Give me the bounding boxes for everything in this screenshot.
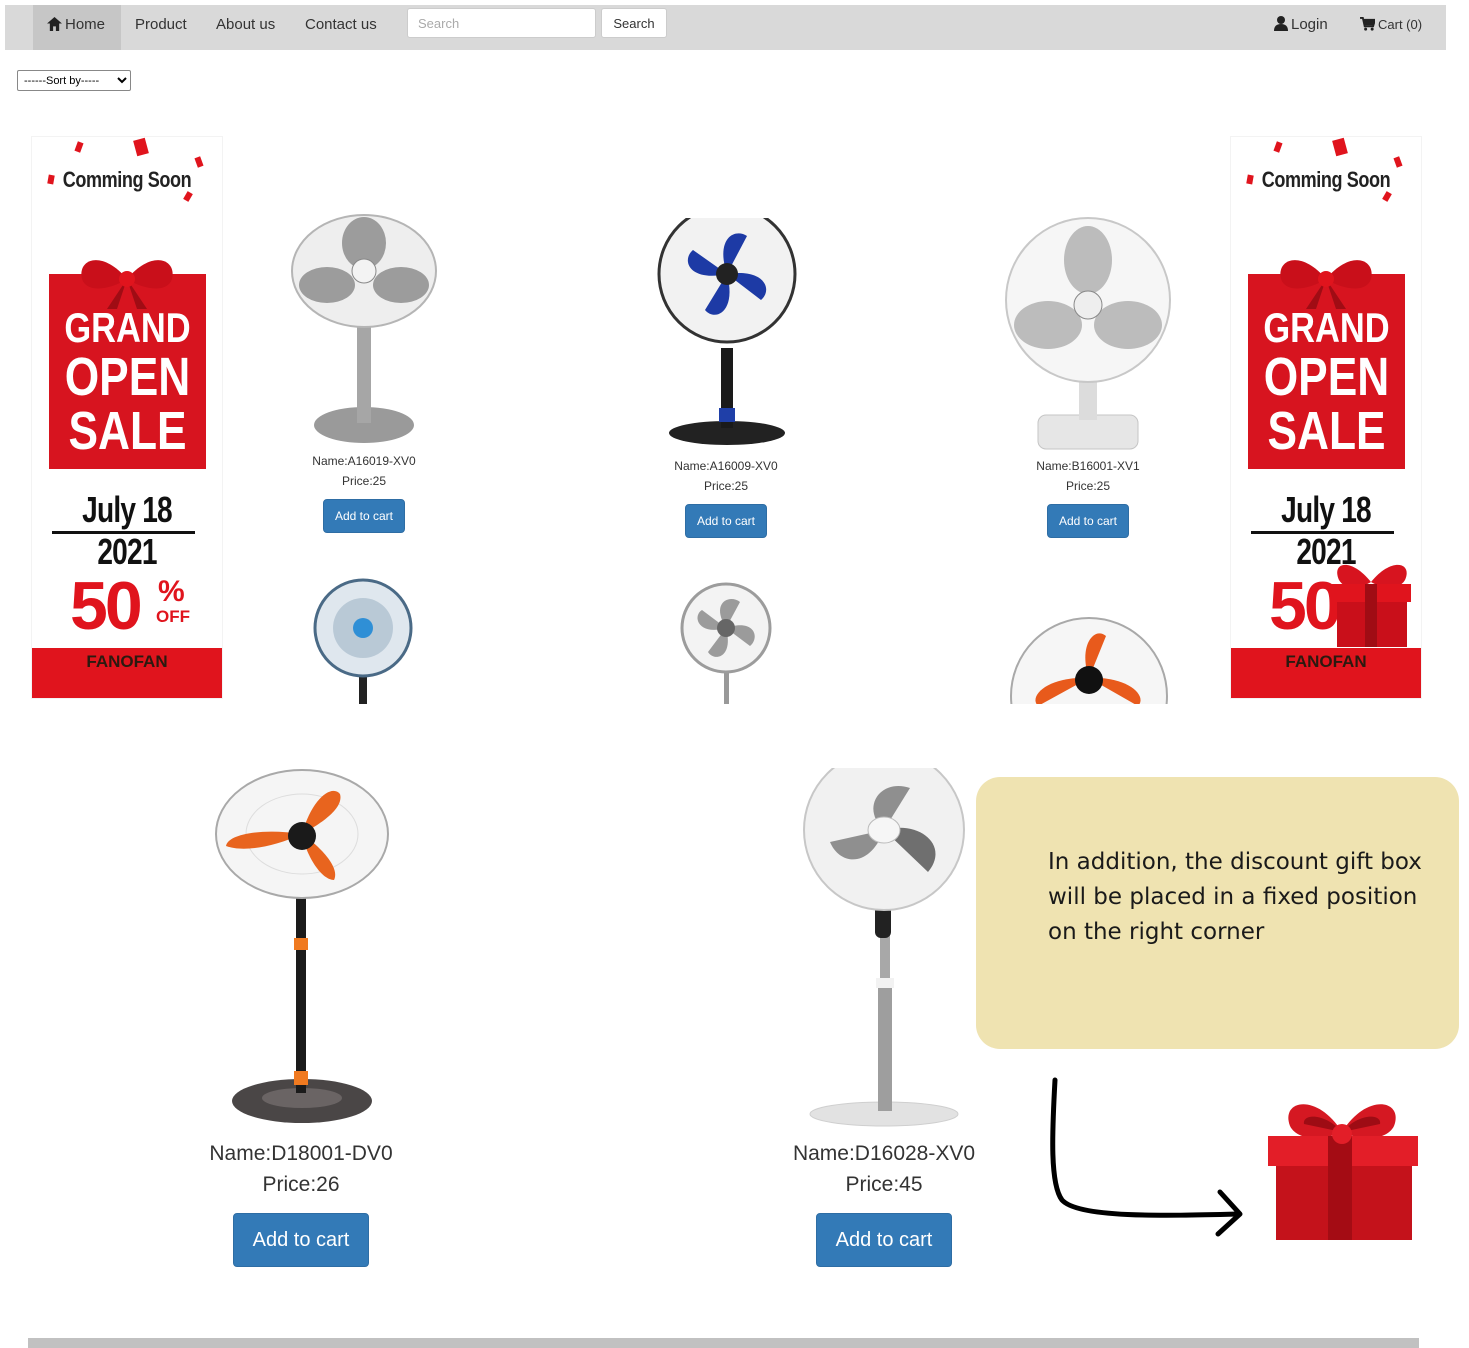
arrow-icon [1050,1077,1243,1237]
product-price: Price:26 [262,1173,340,1196]
product-price: Price:25 [341,474,387,488]
sale-line-2: OPEN [1263,347,1390,407]
product-name: Name:D18001-DV0 [209,1142,393,1165]
add-to-cart-button[interactable]: Add to cart [232,1213,370,1267]
ribbon-bow-icon [81,260,173,309]
product-row-cropped [0,570,1469,704]
nav-login-label: Login [1291,16,1328,33]
product-price: Price:25 [703,479,749,493]
user-icon [1274,16,1288,31]
fan-image-a16019 [291,214,437,443]
product-price: Price:25 [1065,479,1111,493]
product-name: Name:A16019-XV0 [312,454,416,468]
cart-icon [1360,17,1377,31]
add-to-cart-button[interactable]: Add to cart [322,499,406,533]
top-navbar: Home Product About us Contact us Search … [5,5,1446,50]
coming-soon-text: Comming Soon [1261,167,1391,192]
product-price: Price:45 [845,1173,923,1196]
fan-image-a16009 [657,218,797,445]
sale-line-1: GRAND [1263,304,1390,351]
nav-login[interactable]: Login [1274,5,1328,50]
nav-product[interactable]: Product [135,5,187,50]
product-card: Name:B16001-XV1 Price:25 Add to cart [1008,456,1168,538]
search-button[interactable]: Search [601,8,667,38]
sale-line-3: SALE [1267,401,1386,461]
fan-image-d16028 [803,768,965,1127]
search-input[interactable] [407,8,596,38]
add-to-cart-button[interactable]: Add to cart [1046,504,1130,538]
product-name: Name:B16001-XV1 [1036,459,1140,473]
horizontal-scrollbar[interactable] [28,1338,1419,1348]
home-icon [47,17,62,31]
gift-box-icon [1268,1104,1418,1240]
fan-image-d18001 [215,769,389,1123]
sale-line-2: OPEN [64,347,191,407]
fan-image-silver [680,582,772,704]
fan-image-orange [1010,617,1168,704]
ribbon-bow-icon [1280,260,1372,309]
date-underline [52,531,195,534]
nav-home[interactable]: Home [33,5,121,50]
add-to-cart-button[interactable]: Add to cart [684,504,768,538]
add-to-cart-button[interactable]: Add to cart [815,1213,953,1267]
coming-soon-text: Comming Soon [62,167,192,192]
nav-about[interactable]: About us [216,5,275,50]
product-name: Name:D16028-XV0 [792,1142,976,1165]
annotation-text: In addition, the discount gift box will … [1048,849,1422,945]
product-card: Name:A16009-XV0 Price:25 Add to cart [646,456,806,538]
product-card: Name:D18001-DV0 Price:26 Add to cart [191,1138,411,1267]
sort-dropdown[interactable]: ------Sort by----- [17,70,131,91]
annotation-note: In addition, the discount gift box will … [976,777,1459,1049]
nav-cart-label: Cart (0) [1378,17,1423,32]
sale-line-3: SALE [68,401,187,461]
fan-image-b16001 [1005,217,1171,450]
sale-line-1: GRAND [64,304,191,351]
product-card: Name:A16019-XV0 Price:25 Add to cart [284,451,444,533]
nav-cart[interactable]: Cart (0) [1360,5,1422,50]
nav-home-label: Home [65,16,106,33]
product-card: Name:D16028-XV0 Price:45 Add to cart [774,1138,994,1267]
date-underline [1251,531,1394,534]
fan-image-blue-grey [313,578,413,704]
nav-contact[interactable]: Contact us [305,5,377,50]
product-name: Name:A16009-XV0 [674,459,778,473]
